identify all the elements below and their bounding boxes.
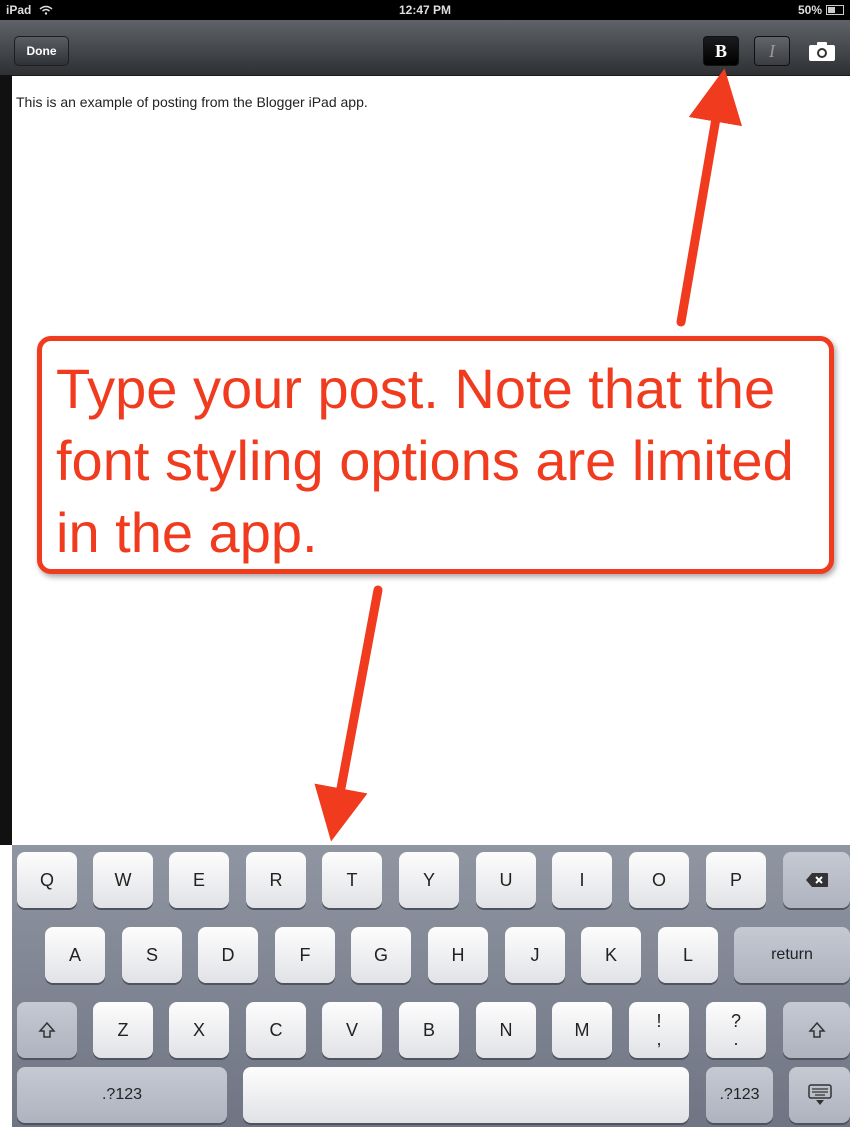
shift-icon [807,1021,826,1038]
key-e[interactable]: E [169,852,229,908]
key-m[interactable]: M [552,1002,612,1058]
key-h[interactable]: H [428,927,488,983]
key-k[interactable]: K [581,927,641,983]
post-body-editor[interactable]: This is an example of posting from the B… [16,94,368,110]
key-r[interactable]: R [246,852,306,908]
left-edge [0,75,12,845]
key-g[interactable]: G [351,927,411,983]
key-p[interactable]: P [706,852,766,908]
numbers-key-right[interactable]: .?123 [706,1067,773,1123]
key-l[interactable]: L [658,927,718,983]
key-s[interactable]: S [122,927,182,983]
key-a[interactable]: A [45,927,105,983]
keyboard-dismiss-icon [807,1084,832,1105]
key-u[interactable]: U [476,852,536,908]
annotation-callout: Type your post. Note that the font styli… [37,336,834,574]
key-j[interactable]: J [505,927,565,983]
done-button[interactable]: Done [14,36,69,66]
arrow-to-keyboard [314,585,383,842]
key-w[interactable]: W [93,852,153,908]
key-c[interactable]: C [246,1002,306,1058]
camera-icon[interactable] [808,40,836,62]
hide-keyboard-key[interactable] [789,1067,850,1123]
key-t[interactable]: T [322,852,382,908]
key-x[interactable]: X [169,1002,229,1058]
shift-key-left[interactable] [17,1002,77,1058]
key-exclamation-label: ! [656,1011,662,1031]
numbers-key-left[interactable]: .?123 [17,1067,227,1123]
key-comma-label: , [656,1029,662,1049]
backspace-icon [805,873,828,887]
onscreen-keyboard: Q W E R T Y U I O P A S D F G H J K L re… [12,845,850,1127]
shift-icon [38,1021,56,1038]
annotation-text: Type your post. Note that the font styli… [56,357,794,564]
key-period-label: . [733,1029,739,1049]
key-n[interactable]: N [476,1002,536,1058]
key-y[interactable]: Y [399,852,459,908]
key-v[interactable]: V [322,1002,382,1058]
key-o[interactable]: O [629,852,689,908]
battery-percent: 50% [797,3,822,17]
editor-toolbar: Done B I [0,20,850,76]
arrow-to-bold-button [676,68,743,327]
space-bar[interactable] [243,1067,689,1123]
status-bar: iPad 12:47 PM 50% [0,0,850,20]
italic-button[interactable]: I [754,36,790,66]
key-question-label: ? [730,1011,741,1031]
delete-key[interactable] [783,852,850,908]
key-q[interactable]: Q [17,852,77,908]
shift-key-right[interactable] [783,1002,850,1058]
key-f[interactable]: F [275,927,335,983]
bold-button[interactable]: B [703,36,739,66]
key-i[interactable]: I [552,852,612,908]
status-time: 12:47 PM [398,3,452,17]
return-key[interactable]: return [734,927,850,983]
key-b[interactable]: B [399,1002,459,1058]
key-exclamation-comma[interactable]: ! , [629,1002,689,1058]
key-question-period[interactable]: ? . [706,1002,766,1058]
battery-icon [826,5,844,15]
key-d[interactable]: D [198,927,258,983]
key-z[interactable]: Z [93,1002,153,1058]
